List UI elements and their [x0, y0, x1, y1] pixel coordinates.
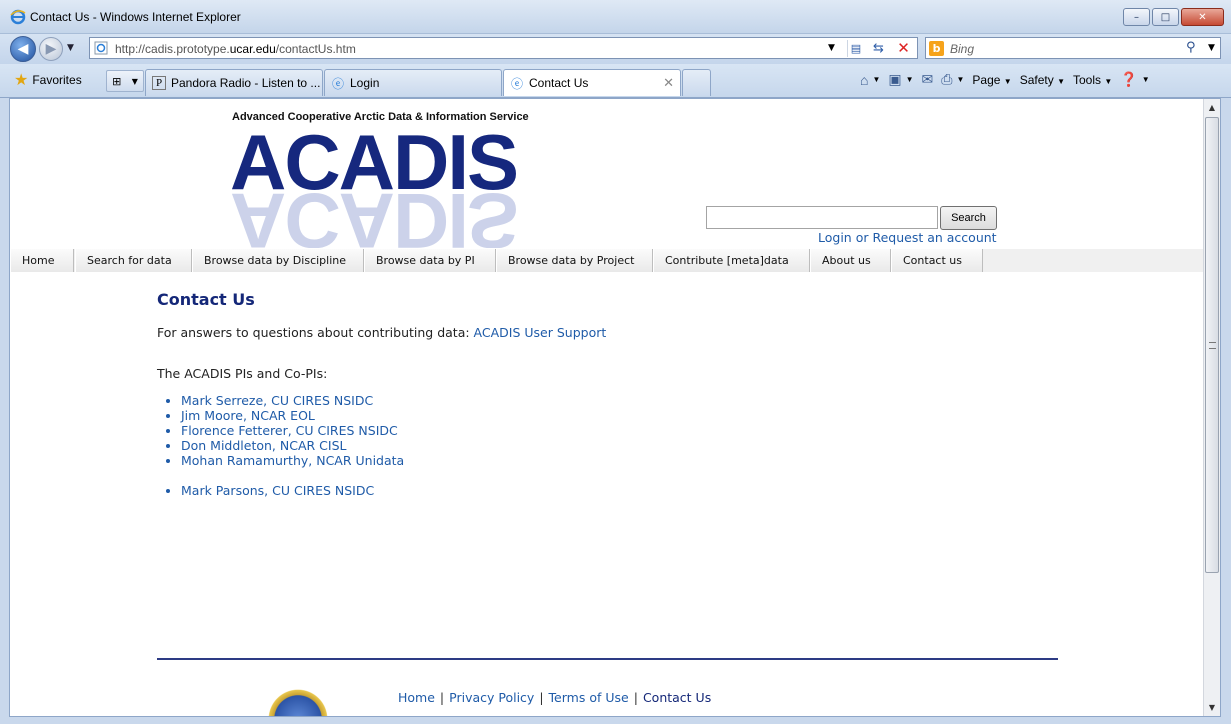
back-button[interactable]: ◀	[10, 36, 36, 62]
url-dropdown-icon[interactable]: ▼	[828, 43, 835, 53]
ie-page-icon: ⓔ	[331, 76, 344, 91]
search-placeholder: Bing	[950, 42, 975, 56]
scrollbar-thumb[interactable]	[1205, 117, 1219, 573]
command-bar: ⌂ ▼ ▣ ▼ ✉ ⎙ ▼ Page ▼ Safety ▼ Tools ▼ ❓ ▼	[860, 71, 1150, 88]
mail-icon[interactable]: ✉	[922, 71, 934, 88]
nsf-seal-logo	[268, 689, 328, 716]
nav-about-us[interactable]: About us	[810, 249, 891, 272]
ie-page-icon: ⓔ	[510, 76, 523, 91]
favorites-label: Favorites	[32, 73, 82, 87]
quick-tabs-button[interactable]: ⊞ ▼	[106, 70, 144, 92]
quick-tabs-icon: ⊞	[112, 74, 122, 88]
help-dropdown-icon[interactable]: ▼	[1142, 75, 1150, 84]
search-icon[interactable]: ⚲	[1186, 40, 1196, 55]
bing-icon: b	[929, 41, 944, 56]
window-titlebar: Contact Us - Windows Internet Explorer –…	[0, 0, 1231, 34]
site-search-input[interactable]	[706, 206, 938, 229]
footer-home-link[interactable]: Home	[398, 690, 435, 705]
acadis-logo[interactable]: ACADIS ACADIS	[230, 123, 530, 248]
login-link[interactable]: Login or Request an account	[818, 230, 997, 245]
print-icon[interactable]: ⎙	[941, 71, 952, 88]
pi-list: Mark Serreze, CU CIRES NSIDC Jim Moore, …	[181, 393, 404, 513]
nav-browse-by-discipline[interactable]: Browse data by Discipline	[192, 249, 364, 272]
tools-menu[interactable]: Tools ▼	[1073, 73, 1112, 87]
list-item: Mark Serreze, CU CIRES NSIDC	[181, 393, 404, 408]
nav-contribute-metadata[interactable]: Contribute [meta]data	[653, 249, 810, 272]
web-search-field[interactable]: b Bing ⚲ ▼	[925, 37, 1221, 59]
tab-list-dropdown-icon[interactable]: ▼	[132, 77, 138, 86]
scroll-up-icon[interactable]: ▲	[1204, 99, 1220, 116]
pi-link[interactable]: Jim Moore, NCAR EOL	[181, 408, 315, 423]
tab-toolbar: ★ Favorites ⊞ ▼ P Pandora Radio - Listen …	[0, 64, 1231, 98]
internet-explorer-icon	[10, 9, 26, 25]
footer-contact-link[interactable]: Contact Us	[643, 690, 711, 705]
recent-pages-dropdown-icon[interactable]: ▼	[67, 43, 74, 53]
site-navigation: Home Search for data Browse data by Disc…	[10, 249, 1204, 272]
nav-contact-us[interactable]: Contact us	[891, 249, 983, 272]
grip-icon	[1209, 342, 1216, 349]
tab-login[interactable]: ⓔ Login	[324, 69, 502, 96]
favorites-button[interactable]: ★ Favorites	[14, 70, 82, 90]
pi-link[interactable]: Don Middleton, NCAR CISL	[181, 438, 346, 453]
list-item: Jim Moore, NCAR EOL	[181, 408, 404, 423]
list-item: Florence Fetterer, CU CIRES NSIDC	[181, 423, 404, 438]
page-viewport: Advanced Cooperative Arctic Data & Infor…	[9, 98, 1221, 717]
pis-heading: The ACADIS PIs and Co-PIs:	[157, 366, 328, 381]
vertical-scrollbar[interactable]: ▲ ▼	[1203, 99, 1220, 716]
list-item: Mohan Ramamurthy, NCAR Unidata	[181, 453, 404, 468]
tab-label: Pandora Radio - Listen to ...	[171, 76, 321, 90]
tab-label: Login	[350, 76, 380, 90]
refresh-icon[interactable]: ⇆	[870, 40, 887, 57]
forward-button[interactable]: ▶	[39, 37, 63, 61]
window-title: Contact Us - Windows Internet Explorer	[30, 10, 241, 24]
pandora-icon: P	[152, 76, 166, 90]
home-dropdown-icon[interactable]: ▼	[872, 75, 880, 84]
footer-links: Home | Privacy Policy | Terms of Use | Contact…	[398, 690, 712, 705]
address-toolbar: ◀ ▶ ▼ http://cadis.prototype.ucar.edu/co…	[0, 34, 1231, 64]
feeds-icon[interactable]: ▣	[888, 71, 901, 88]
intro-paragraph: For answers to questions about contribut…	[157, 325, 606, 340]
new-tab-button[interactable]	[682, 69, 711, 96]
footer-divider	[157, 658, 1058, 660]
user-support-link[interactable]: ACADIS User Support	[474, 325, 607, 340]
maximize-button[interactable]: □	[1152, 8, 1179, 26]
nav-home[interactable]: Home	[10, 249, 74, 272]
help-icon[interactable]: ❓	[1120, 71, 1137, 88]
page-icon	[94, 41, 108, 55]
scroll-down-icon[interactable]: ▼	[1204, 699, 1220, 716]
pi-link[interactable]: Florence Fetterer, CU CIRES NSIDC	[181, 423, 398, 438]
close-window-button[interactable]: ✕	[1181, 8, 1224, 26]
nav-browse-by-pi[interactable]: Browse data by PI	[364, 249, 496, 272]
tab-pandora[interactable]: P Pandora Radio - Listen to ...	[145, 69, 323, 96]
page-menu[interactable]: Page ▼	[972, 73, 1011, 87]
list-item: Mark Parsons, CU CIRES NSIDC	[181, 483, 404, 513]
tab-label: Contact Us	[529, 76, 589, 90]
safety-menu[interactable]: Safety ▼	[1020, 73, 1065, 87]
pi-link[interactable]: Mark Parsons, CU CIRES NSIDC	[181, 483, 404, 498]
feeds-dropdown-icon[interactable]: ▼	[906, 75, 914, 84]
site-tagline: Advanced Cooperative Arctic Data & Infor…	[232, 111, 529, 123]
home-icon[interactable]: ⌂	[860, 72, 868, 88]
search-options-dropdown-icon[interactable]: ▼	[1208, 43, 1215, 53]
tab-contact-us[interactable]: ⓔ Contact Us ✕	[503, 69, 681, 96]
minimize-button[interactable]: –	[1123, 8, 1150, 26]
url-field[interactable]: http://cadis.prototype.ucar.edu/contactU…	[89, 37, 918, 59]
close-tab-icon[interactable]: ✕	[663, 75, 674, 91]
compatibility-view-icon[interactable]: ▤	[847, 40, 864, 57]
site-search-button[interactable]: Search	[940, 206, 997, 230]
list-item: Don Middleton, NCAR CISL	[181, 438, 404, 453]
footer-terms-link[interactable]: Terms of Use	[549, 690, 629, 705]
url-text: http://cadis.prototype.ucar.edu/contactU…	[115, 42, 356, 56]
favorites-star-icon: ★	[14, 72, 29, 89]
nav-browse-by-project[interactable]: Browse data by Project	[496, 249, 653, 272]
page-title: Contact Us	[157, 290, 255, 309]
pi-link[interactable]: Mohan Ramamurthy, NCAR Unidata	[181, 453, 404, 468]
pi-link[interactable]: Mark Serreze, CU CIRES NSIDC	[181, 393, 373, 408]
nav-search-for-data[interactable]: Search for data	[75, 249, 192, 272]
stop-icon[interactable]: ✕	[895, 39, 912, 57]
footer-privacy-link[interactable]: Privacy Policy	[449, 690, 534, 705]
intro-text: For answers to questions about contribut…	[157, 325, 474, 340]
print-dropdown-icon[interactable]: ▼	[956, 75, 964, 84]
